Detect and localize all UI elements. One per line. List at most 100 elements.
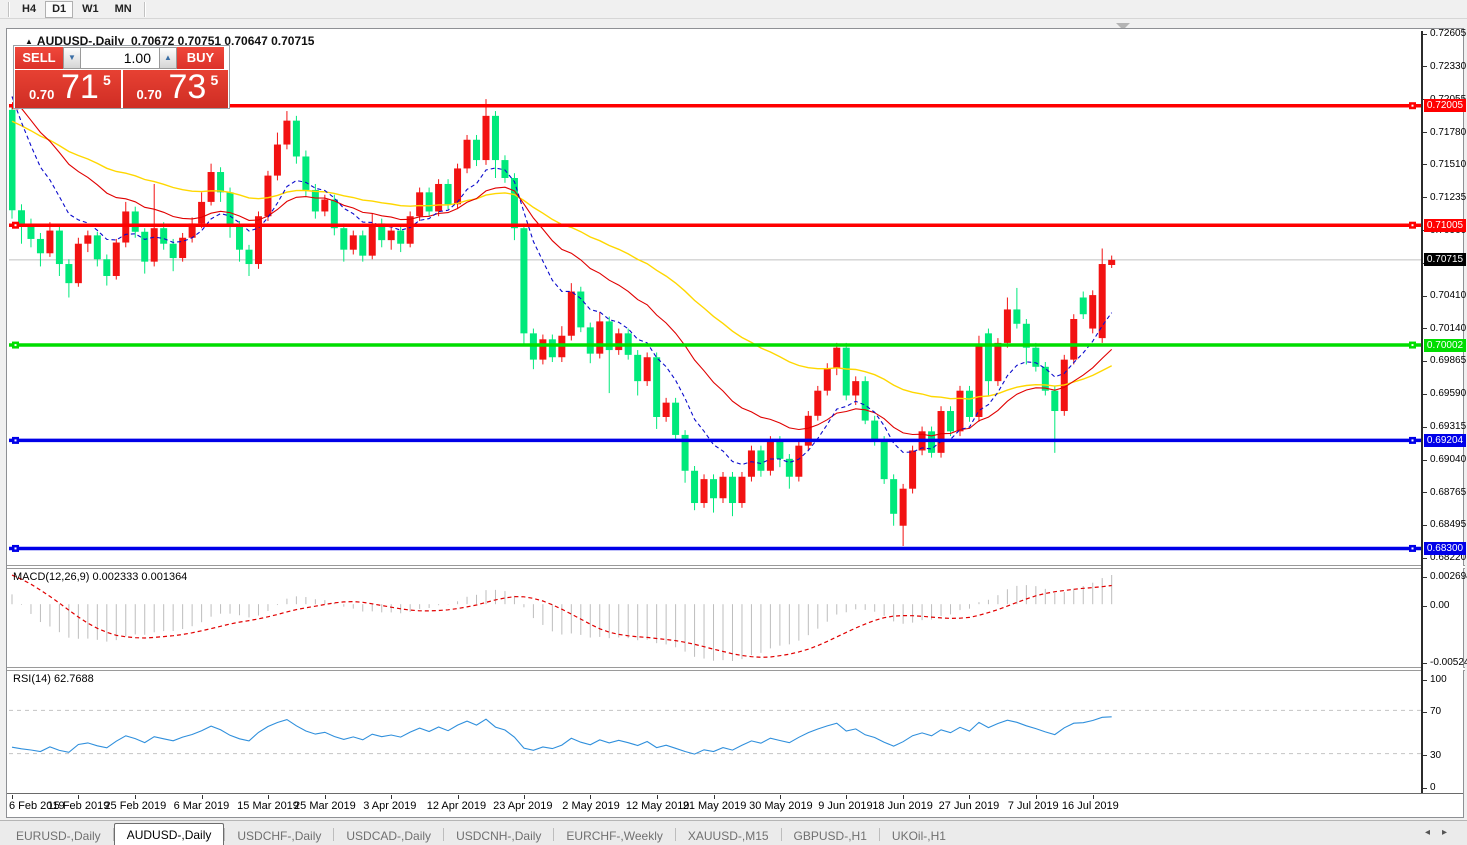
chart-tab-xauusd-m15[interactable]: XAUUSD-,M15 bbox=[676, 826, 781, 845]
timeframe-toolbar: H4D1W1MN bbox=[0, 0, 1467, 19]
price-tick bbox=[1423, 558, 1427, 559]
timeframe-button-w1[interactable]: W1 bbox=[75, 1, 106, 18]
timeframe-button-mn[interactable]: MN bbox=[108, 1, 139, 18]
macd-scale-label: -0.005242 bbox=[1430, 657, 1467, 668]
price-tick bbox=[1423, 197, 1427, 198]
rsi-pane[interactable]: RSI(14) 62.7688 bbox=[9, 671, 1421, 793]
bid-price-box[interactable]: 0.70 71 5 bbox=[15, 70, 121, 108]
chart-tab-usdchf-daily[interactable]: USDCHF-,Daily bbox=[225, 826, 333, 845]
time-axis-label: 3 Apr 2019 bbox=[363, 800, 416, 812]
tab-scroll-right-icon[interactable]: ▸ bbox=[1442, 827, 1459, 838]
price-scale-label: 0.69040 bbox=[1430, 454, 1466, 465]
price-tick bbox=[1423, 34, 1427, 35]
price-scale-label: 0.71780 bbox=[1430, 127, 1466, 138]
chart-tab-eurusd-daily[interactable]: EURUSD-,Daily bbox=[4, 826, 113, 845]
chart-tab-eurchf-weekly[interactable]: EURCHF-,Weekly bbox=[554, 826, 674, 845]
rsi-tick bbox=[1423, 788, 1427, 789]
buy-button[interactable]: BUY bbox=[177, 47, 224, 69]
chart-tab-audusd-daily[interactable]: AUDUSD-,Daily bbox=[114, 823, 225, 845]
time-axis-label: 25 Feb 2019 bbox=[104, 800, 166, 812]
hline-price-label: 0.71005 bbox=[1424, 219, 1466, 232]
time-tick bbox=[391, 795, 392, 799]
rsi-scale-label: 30 bbox=[1430, 750, 1441, 761]
time-tick bbox=[846, 795, 847, 799]
time-axis-label: 25 Mar 2019 bbox=[294, 800, 356, 812]
time-tick bbox=[780, 795, 781, 799]
chart-tab-gbpusd-h1[interactable]: GBPUSD-,H1 bbox=[782, 826, 879, 845]
price-scale-label: 0.71510 bbox=[1430, 159, 1466, 170]
time-tick bbox=[135, 795, 136, 799]
hline-price-label: 0.70002 bbox=[1424, 339, 1466, 352]
current-price-label: 0.70715 bbox=[1424, 253, 1466, 266]
time-axis-label: 27 Jun 2019 bbox=[939, 800, 1000, 812]
rsi-tick bbox=[1423, 755, 1427, 756]
hline-price-label: 0.72005 bbox=[1424, 99, 1466, 112]
bid-price-big: 71 bbox=[61, 68, 99, 107]
chart-tab-ukoil-h1[interactable]: UKOil-,H1 bbox=[880, 826, 958, 845]
time-tick bbox=[1036, 795, 1037, 799]
price-tick bbox=[1423, 132, 1427, 133]
time-axis-label: 2 May 2019 bbox=[562, 800, 619, 812]
chart-tab-usdcnh-daily[interactable]: USDCNH-,Daily bbox=[444, 826, 553, 845]
rsi-scale-label: 100 bbox=[1430, 674, 1447, 685]
volume-increase-button[interactable]: ▲ bbox=[159, 47, 177, 69]
price-tick bbox=[1423, 427, 1427, 428]
time-axis-label: 6 Mar 2019 bbox=[174, 800, 230, 812]
ask-price-sup: 5 bbox=[211, 72, 219, 88]
price-tick bbox=[1423, 328, 1427, 329]
time-tick bbox=[78, 795, 79, 799]
time-axis[interactable]: 6 Feb 201915 Feb 201925 Feb 20196 Mar 20… bbox=[9, 795, 1421, 816]
hline-price-label: 0.69204 bbox=[1424, 434, 1466, 447]
time-axis-label: 7 Jul 2019 bbox=[1008, 800, 1059, 812]
time-tick bbox=[590, 795, 591, 799]
ask-price-box[interactable]: 0.70 73 5 bbox=[123, 70, 229, 108]
price-tick bbox=[1423, 394, 1427, 395]
macd-tick bbox=[1423, 577, 1427, 578]
price-scale-label: 0.68765 bbox=[1430, 487, 1466, 498]
time-tick bbox=[12, 795, 13, 799]
macd-tick bbox=[1423, 663, 1427, 664]
tab-scroll-left-icon[interactable]: ◂ bbox=[1425, 827, 1442, 838]
rsi-tick bbox=[1423, 680, 1427, 681]
chart-tab-usdcad-daily[interactable]: USDCAD-,Daily bbox=[334, 826, 443, 845]
volume-decrease-button[interactable]: ▼ bbox=[63, 47, 81, 69]
time-tick bbox=[202, 795, 203, 799]
chart-tab-bar: EURUSD-,DailyAUDUSD-,DailyUSDCHF-,DailyU… bbox=[0, 820, 1467, 845]
time-axis-label: 12 Apr 2019 bbox=[427, 800, 486, 812]
time-axis-label: 18 Jun 2019 bbox=[872, 800, 933, 812]
toolbar-divider bbox=[144, 2, 146, 17]
macd-pane[interactable]: MACD(12,26,9) 0.002333 0.001364 bbox=[9, 569, 1421, 667]
bid-price-prefix: 0.70 bbox=[29, 87, 54, 102]
rsi-tick bbox=[1423, 712, 1427, 713]
price-scale[interactable]: 0.726050.723300.720550.717800.715100.712… bbox=[1423, 31, 1463, 793]
tab-scroll-arrows: ◂▸ bbox=[1425, 827, 1459, 838]
main-chart-pane[interactable]: ▲AUDUSD-,Daily 0.70672 0.70751 0.70647 0… bbox=[9, 31, 1421, 565]
macd-scale-label: 0.00 bbox=[1430, 600, 1449, 611]
macd-scale-label: 0.002694 bbox=[1430, 571, 1467, 582]
time-tick bbox=[524, 795, 525, 799]
rsi-label: RSI(14) 62.7688 bbox=[13, 673, 94, 685]
time-axis-label: 15 Feb 2019 bbox=[48, 800, 110, 812]
price-tick bbox=[1423, 296, 1427, 297]
time-axis-label: 15 Mar 2019 bbox=[237, 800, 299, 812]
price-tick bbox=[1423, 66, 1427, 67]
sell-button[interactable]: SELL bbox=[15, 47, 63, 69]
time-axis-label: 23 Apr 2019 bbox=[493, 800, 552, 812]
price-scale-label: 0.68495 bbox=[1430, 519, 1466, 530]
time-axis-label: 16 Jul 2019 bbox=[1062, 800, 1119, 812]
ask-price-big: 73 bbox=[169, 68, 207, 107]
time-tick bbox=[969, 795, 970, 799]
rsi-scale-label: 0 bbox=[1430, 782, 1436, 793]
price-scale-label: 0.69865 bbox=[1430, 355, 1466, 366]
price-tick bbox=[1423, 361, 1427, 362]
hline-price-label: 0.68300 bbox=[1424, 542, 1466, 555]
time-tick bbox=[903, 795, 904, 799]
timeframe-button-h4[interactable]: H4 bbox=[15, 1, 43, 18]
price-tick bbox=[1423, 460, 1427, 461]
time-tick bbox=[714, 795, 715, 799]
price-scale-label: 0.69590 bbox=[1430, 388, 1466, 399]
timeframe-button-d1[interactable]: D1 bbox=[45, 1, 73, 18]
ask-price-prefix: 0.70 bbox=[137, 87, 162, 102]
volume-input[interactable] bbox=[81, 47, 159, 69]
price-tick bbox=[1423, 492, 1427, 493]
